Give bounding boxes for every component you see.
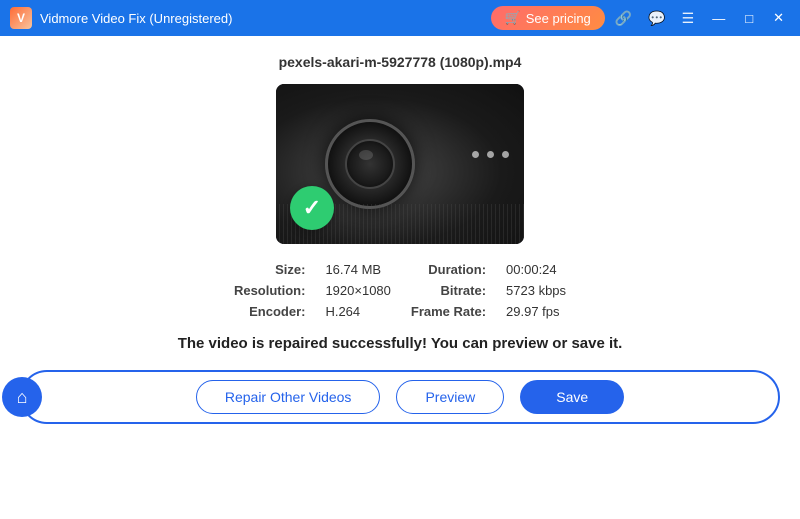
close-button[interactable]: ✕ xyxy=(765,6,792,30)
repair-other-button[interactable]: Repair Other Videos xyxy=(196,380,381,414)
title-bar-left: V Vidmore Video Fix (Unregistered) xyxy=(10,7,232,29)
frame-rate-label: Frame Rate: xyxy=(411,304,486,319)
success-badge: ✓ xyxy=(290,186,334,230)
frame-rate-value: 29.97 fps xyxy=(506,304,566,319)
minimize-button[interactable]: — xyxy=(704,7,733,30)
meta-table: Size: 16.74 MB Duration: 00:00:24 Resolu… xyxy=(234,262,566,319)
maximize-button[interactable]: □ xyxy=(737,7,761,30)
action-bar: ⌂ Repair Other Videos Preview Save xyxy=(20,370,780,424)
lens-inner xyxy=(345,139,395,189)
menu-icon-button[interactable]: ☰ xyxy=(676,6,701,31)
lens-highlight xyxy=(359,150,373,160)
chat-icon-button[interactable]: 💬 xyxy=(642,6,671,31)
duration-value: 00:00:24 xyxy=(506,262,566,277)
title-bar-right: 🛒 See pricing 🔗 💬 ☰ — □ ✕ xyxy=(491,6,792,31)
link-icon-button[interactable]: 🔗 xyxy=(609,6,638,31)
bitrate-value: 5723 kbps xyxy=(506,283,566,298)
encoder-value: H.264 xyxy=(325,304,390,319)
title-bar: V Vidmore Video Fix (Unregistered) 🛒 See… xyxy=(0,0,800,36)
video-preview: ✓ xyxy=(276,84,524,244)
video-filename: pexels-akari-m-5927778 (1080p).mp4 xyxy=(279,54,522,70)
app-title: Vidmore Video Fix (Unregistered) xyxy=(40,11,232,26)
dot-3 xyxy=(502,151,509,158)
app-logo: V xyxy=(10,7,32,29)
action-buttons: Repair Other Videos Preview Save xyxy=(196,380,624,414)
see-pricing-button[interactable]: 🛒 See pricing xyxy=(491,6,605,30)
success-message: The video is repaired successfully! You … xyxy=(178,335,623,352)
bitrate-label: Bitrate: xyxy=(411,283,486,298)
dot-2 xyxy=(487,151,494,158)
main-content: pexels-akari-m-5927778 (1080p).mp4 ✓ Siz… xyxy=(0,36,800,519)
size-value: 16.74 MB xyxy=(325,262,390,277)
dot-1 xyxy=(472,151,479,158)
resolution-label: Resolution: xyxy=(234,283,306,298)
preview-button[interactable]: Preview xyxy=(396,380,504,414)
duration-label: Duration: xyxy=(411,262,486,277)
size-label: Size: xyxy=(234,262,306,277)
encoder-label: Encoder: xyxy=(234,304,306,319)
resolution-value: 1920×1080 xyxy=(325,283,390,298)
save-button[interactable]: Save xyxy=(520,380,624,414)
lens-outer xyxy=(325,119,415,209)
cart-icon: 🛒 xyxy=(505,10,521,26)
dots-row xyxy=(472,151,509,158)
home-button[interactable]: ⌂ xyxy=(2,377,42,417)
